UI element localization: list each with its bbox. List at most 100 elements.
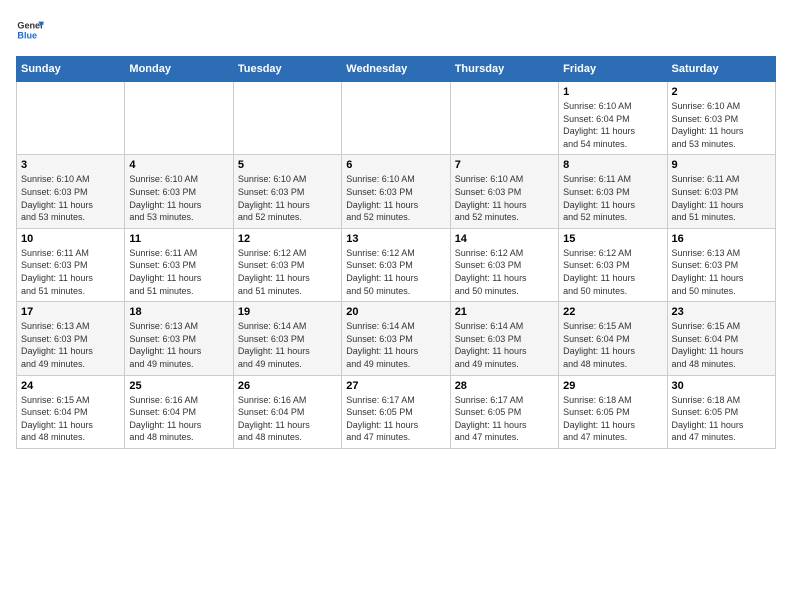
calendar-cell: 15 Sunrise: 6:12 AM Sunset: 6:03 PM Dayli… bbox=[559, 228, 667, 301]
day-info: Sunrise: 6:12 AM Sunset: 6:03 PM Dayligh… bbox=[563, 247, 662, 297]
calendar-cell: 4Sunrise: 6:10 AM Sunset: 6:03 PM Daylig… bbox=[125, 155, 233, 228]
day-info: Sunrise: 6:18 AM Sunset: 6:05 PM Dayligh… bbox=[563, 394, 662, 444]
day-number: 24 bbox=[21, 380, 120, 392]
day-number: 11 bbox=[129, 233, 228, 245]
calendar-cell: 22 Sunrise: 6:15 AM Sunset: 6:04 PM Dayli… bbox=[559, 302, 667, 375]
day-number: 14 bbox=[455, 233, 554, 245]
calendar-cell bbox=[342, 82, 450, 155]
day-info: Sunrise: 6:18 AM Sunset: 6:05 PM Dayligh… bbox=[672, 394, 771, 444]
day-info: Sunrise: 6:11 AM Sunset: 6:03 PM Dayligh… bbox=[563, 173, 662, 223]
calendar-cell: 18 Sunrise: 6:13 AM Sunset: 6:03 PM Dayli… bbox=[125, 302, 233, 375]
day-number: 27 bbox=[346, 380, 445, 392]
svg-text:Blue: Blue bbox=[17, 30, 37, 40]
calendar-cell: 28 Sunrise: 6:17 AM Sunset: 6:05 PM Dayli… bbox=[450, 375, 558, 448]
day-number: 12 bbox=[238, 233, 337, 245]
day-of-week-header: Tuesday bbox=[233, 57, 341, 82]
day-number: 18 bbox=[129, 306, 228, 318]
calendar-header: SundayMondayTuesdayWednesdayThursdayFrid… bbox=[17, 57, 776, 82]
day-info: Sunrise: 6:12 AM Sunset: 6:03 PM Dayligh… bbox=[238, 247, 337, 297]
day-number: 25 bbox=[129, 380, 228, 392]
calendar-cell: 11 Sunrise: 6:11 AM Sunset: 6:03 PM Dayli… bbox=[125, 228, 233, 301]
calendar-cell bbox=[17, 82, 125, 155]
day-number: 17 bbox=[21, 306, 120, 318]
day-info: Sunrise: 6:13 AM Sunset: 6:03 PM Dayligh… bbox=[21, 320, 120, 370]
calendar-cell: 12 Sunrise: 6:12 AM Sunset: 6:03 PM Dayli… bbox=[233, 228, 341, 301]
day-number: 19 bbox=[238, 306, 337, 318]
calendar-cell: 27 Sunrise: 6:17 AM Sunset: 6:05 PM Dayli… bbox=[342, 375, 450, 448]
calendar-cell: 17 Sunrise: 6:13 AM Sunset: 6:03 PM Dayli… bbox=[17, 302, 125, 375]
day-info: Sunrise: 6:14 AM Sunset: 6:03 PM Dayligh… bbox=[346, 320, 445, 370]
calendar-week-row: 3 Sunrise: 6:10 AM Sunset: 6:03 PM Daylig… bbox=[17, 155, 776, 228]
day-info: Sunrise: 6:17 AM Sunset: 6:05 PM Dayligh… bbox=[455, 394, 554, 444]
day-of-week-header: Saturday bbox=[667, 57, 775, 82]
calendar-week-row: 1 Sunrise: 6:10 AM Sunset: 6:04 PM Daylig… bbox=[17, 82, 776, 155]
day-number: 13 bbox=[346, 233, 445, 245]
calendar-cell: 14 Sunrise: 6:12 AM Sunset: 6:03 PM Dayli… bbox=[450, 228, 558, 301]
calendar-cell bbox=[450, 82, 558, 155]
day-info: Sunrise: 6:16 AM Sunset: 6:04 PM Dayligh… bbox=[238, 394, 337, 444]
calendar-cell bbox=[125, 82, 233, 155]
day-info: Sunrise: 6:10 AM Sunset: 6:03 PM Dayligh… bbox=[672, 100, 771, 150]
day-info: Sunrise: 6:17 AM Sunset: 6:05 PM Dayligh… bbox=[346, 394, 445, 444]
day-number: 20 bbox=[346, 306, 445, 318]
day-info: Sunrise: 6:13 AM Sunset: 6:03 PM Dayligh… bbox=[129, 320, 228, 370]
day-info: Sunrise: 6:10 AM Sunset: 6:03 PM Dayligh… bbox=[455, 173, 554, 223]
calendar-cell: 2 Sunrise: 6:10 AM Sunset: 6:03 PM Daylig… bbox=[667, 82, 775, 155]
calendar-cell: 7 Sunrise: 6:10 AM Sunset: 6:03 PM Daylig… bbox=[450, 155, 558, 228]
day-info: Sunrise: 6:16 AM Sunset: 6:04 PM Dayligh… bbox=[129, 394, 228, 444]
day-info: Sunrise: 6:15 AM Sunset: 6:04 PM Dayligh… bbox=[21, 394, 120, 444]
day-info: Sunrise: 6:14 AM Sunset: 6:03 PM Dayligh… bbox=[455, 320, 554, 370]
day-info: Sunrise: 6:10 AM Sunset: 6:03 PM Dayligh… bbox=[238, 173, 337, 223]
calendar-cell: 23 Sunrise: 6:15 AM Sunset: 6:04 PM Dayli… bbox=[667, 302, 775, 375]
calendar-cell: 13 Sunrise: 6:12 AM Sunset: 6:03 PM Dayli… bbox=[342, 228, 450, 301]
calendar-cell: 26Sunrise: 6:16 AM Sunset: 6:04 PM Dayli… bbox=[233, 375, 341, 448]
day-number: 2 bbox=[672, 86, 771, 98]
day-info: Sunrise: 6:10 AM Sunset: 6:04 PM Dayligh… bbox=[563, 100, 662, 150]
day-number: 1 bbox=[563, 86, 662, 98]
day-info: Sunrise: 6:11 AM Sunset: 6:03 PM Dayligh… bbox=[21, 247, 120, 297]
calendar-cell: 9 Sunrise: 6:11 AM Sunset: 6:03 PM Daylig… bbox=[667, 155, 775, 228]
day-info: Sunrise: 6:12 AM Sunset: 6:03 PM Dayligh… bbox=[346, 247, 445, 297]
day-info: Sunrise: 6:15 AM Sunset: 6:04 PM Dayligh… bbox=[563, 320, 662, 370]
day-info: Sunrise: 6:13 AM Sunset: 6:03 PM Dayligh… bbox=[672, 247, 771, 297]
day-info: Sunrise: 6:12 AM Sunset: 6:03 PM Dayligh… bbox=[455, 247, 554, 297]
day-number: 7 bbox=[455, 159, 554, 171]
calendar-week-row: 17 Sunrise: 6:13 AM Sunset: 6:03 PM Dayli… bbox=[17, 302, 776, 375]
day-number: 28 bbox=[455, 380, 554, 392]
day-number: 16 bbox=[672, 233, 771, 245]
logo-icon: General Blue bbox=[16, 16, 44, 44]
day-number: 30 bbox=[672, 380, 771, 392]
calendar-cell: 1 Sunrise: 6:10 AM Sunset: 6:04 PM Daylig… bbox=[559, 82, 667, 155]
day-info: Sunrise: 6:14 AM Sunset: 6:03 PM Dayligh… bbox=[238, 320, 337, 370]
day-number: 6 bbox=[346, 159, 445, 171]
calendar-cell: 10Sunrise: 6:11 AM Sunset: 6:03 PM Dayli… bbox=[17, 228, 125, 301]
logo: General Blue bbox=[16, 16, 44, 44]
day-number: 5 bbox=[238, 159, 337, 171]
day-number: 22 bbox=[563, 306, 662, 318]
day-number: 3 bbox=[21, 159, 120, 171]
day-number: 9 bbox=[672, 159, 771, 171]
day-of-week-header: Wednesday bbox=[342, 57, 450, 82]
calendar-week-row: 24 Sunrise: 6:15 AM Sunset: 6:04 PM Dayli… bbox=[17, 375, 776, 448]
day-info: Sunrise: 6:11 AM Sunset: 6:03 PM Dayligh… bbox=[672, 173, 771, 223]
day-number: 15 bbox=[563, 233, 662, 245]
day-number: 23 bbox=[672, 306, 771, 318]
calendar-cell: 5 Sunrise: 6:10 AM Sunset: 6:03 PM Daylig… bbox=[233, 155, 341, 228]
calendar-cell: 21Sunrise: 6:14 AM Sunset: 6:03 PM Dayli… bbox=[450, 302, 558, 375]
day-of-week-header: Sunday bbox=[17, 57, 125, 82]
calendar-cell: 30 Sunrise: 6:18 AM Sunset: 6:05 PM Dayli… bbox=[667, 375, 775, 448]
calendar-cell: 8 Sunrise: 6:11 AM Sunset: 6:03 PM Daylig… bbox=[559, 155, 667, 228]
day-number: 8 bbox=[563, 159, 662, 171]
page-header: General Blue bbox=[16, 16, 776, 44]
calendar-cell: 19 Sunrise: 6:14 AM Sunset: 6:03 PM Dayli… bbox=[233, 302, 341, 375]
day-number: 4 bbox=[129, 159, 228, 171]
day-of-week-header: Thursday bbox=[450, 57, 558, 82]
day-info: Sunrise: 6:11 AM Sunset: 6:03 PM Dayligh… bbox=[129, 247, 228, 297]
day-of-week-header: Monday bbox=[125, 57, 233, 82]
day-number: 29 bbox=[563, 380, 662, 392]
day-info: Sunrise: 6:15 AM Sunset: 6:04 PM Dayligh… bbox=[672, 320, 771, 370]
calendar-week-row: 10Sunrise: 6:11 AM Sunset: 6:03 PM Dayli… bbox=[17, 228, 776, 301]
calendar-cell: 25 Sunrise: 6:16 AM Sunset: 6:04 PM Dayli… bbox=[125, 375, 233, 448]
calendar-cell bbox=[233, 82, 341, 155]
calendar-cell: 24 Sunrise: 6:15 AM Sunset: 6:04 PM Dayli… bbox=[17, 375, 125, 448]
